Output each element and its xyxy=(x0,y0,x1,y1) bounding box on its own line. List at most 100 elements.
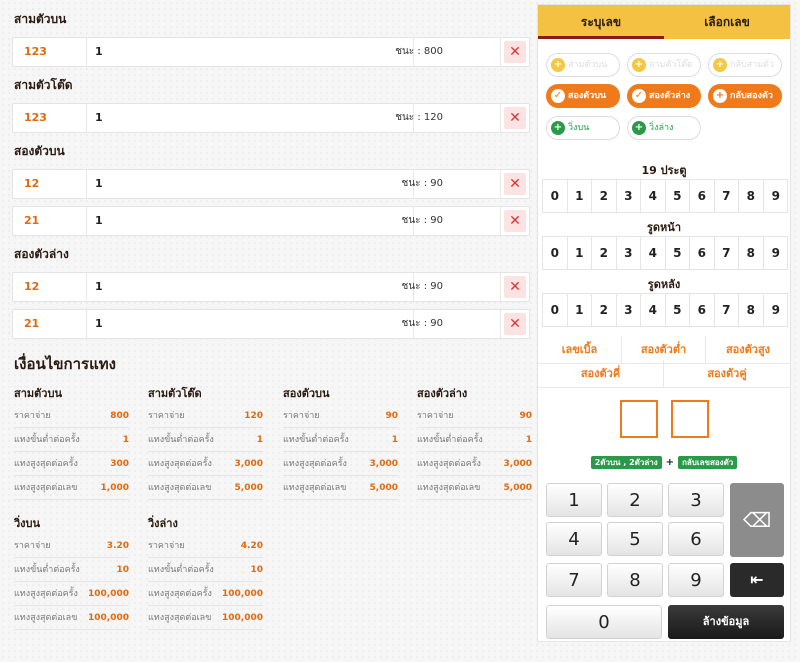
condition-label: ราคาจ่าย xyxy=(14,541,51,551)
key-6[interactable]: 6 xyxy=(668,522,724,556)
digit-button[interactable]: 7 xyxy=(715,180,740,212)
key-9[interactable]: 9 xyxy=(668,563,724,597)
key-7[interactable]: 7 xyxy=(546,563,602,597)
delete-bet-button[interactable]: ✕ xyxy=(504,173,526,195)
bet-amount-input[interactable]: 1 xyxy=(95,38,103,66)
condition-label: ราคาจ่าย xyxy=(148,541,185,551)
condition-label: แทงขั้นต่ำต่อครั้ง xyxy=(14,435,80,445)
close-icon: ✕ xyxy=(509,176,521,192)
condition-value: 1 xyxy=(525,435,532,445)
pill-run-top[interactable]: + วิ่งบน xyxy=(546,116,620,140)
pill-two-bottom[interactable]: ✓ สองตัวล่าง xyxy=(627,84,701,108)
condition-row: ราคาจ่าย 3.20 xyxy=(14,534,129,558)
digit-input-box-2[interactable] xyxy=(671,400,709,438)
condition-value: 4.20 xyxy=(240,541,263,551)
delete-bet-button[interactable]: ✕ xyxy=(504,313,526,335)
key-3[interactable]: 3 xyxy=(668,483,724,517)
digit-input-box-1[interactable] xyxy=(620,400,658,438)
digit-group-title: รูดหน้า xyxy=(647,221,681,234)
pill-label: สามตัวโต๊ด xyxy=(649,60,693,70)
condition-value: 3,000 xyxy=(369,459,398,469)
condition-row: แทงสูงสุดต่อครั้ง 100,000 xyxy=(148,582,263,606)
digit-button[interactable]: 5 xyxy=(666,180,691,212)
undo-button[interactable]: ⇤ xyxy=(730,563,784,597)
digit-button[interactable]: 5 xyxy=(666,237,691,269)
condition-row: แทงสูงสุดต่อครั้ง 3,000 xyxy=(148,452,263,476)
condition-label: แทงสูงสุดต่อครั้ง xyxy=(14,589,78,599)
bet-amount-input[interactable]: 1 xyxy=(95,170,103,198)
digit-button[interactable]: 3 xyxy=(617,237,642,269)
condition-row: แทงสูงสุดต่อครั้ง 3,000 xyxy=(283,452,398,476)
digit-button[interactable]: 0 xyxy=(543,237,568,269)
digit-button[interactable]: 7 xyxy=(715,237,740,269)
digit-button[interactable]: 2 xyxy=(592,180,617,212)
condition-block: สองตัวบน ราคาจ่าย 90 แทงขั้นต่ำต่อครั้ง 1 แทง… xyxy=(283,384,398,500)
pill-reverse-two[interactable]: + กลับสองตัว xyxy=(708,84,782,108)
digit-button[interactable]: 7 xyxy=(715,294,740,326)
condition-value: 300 xyxy=(110,459,129,469)
key-2[interactable]: 2 xyxy=(607,483,663,517)
digit-button[interactable]: 4 xyxy=(641,237,666,269)
digit-button[interactable]: 8 xyxy=(739,294,764,326)
win-amount: ชนะ : 90 xyxy=(401,178,443,189)
delete-bet-button[interactable]: ✕ xyxy=(504,276,526,298)
tab-choose-number[interactable]: เลือกเลข xyxy=(664,5,790,39)
digit-button[interactable]: 9 xyxy=(764,180,789,212)
digit-button[interactable]: 2 xyxy=(592,237,617,269)
digit-button[interactable]: 4 xyxy=(641,294,666,326)
digit-button[interactable]: 1 xyxy=(568,294,593,326)
digit-button[interactable]: 9 xyxy=(764,237,789,269)
row-divider xyxy=(500,38,501,66)
digit-button[interactable]: 6 xyxy=(690,294,715,326)
digit-button[interactable]: 0 xyxy=(543,294,568,326)
back-arrow-icon: ⇤ xyxy=(750,570,764,589)
backspace-button[interactable]: ⌫ xyxy=(730,483,784,557)
bet-amount-input[interactable]: 1 xyxy=(95,207,103,235)
pill-run-bottom[interactable]: + วิ่งล่าง xyxy=(627,116,701,140)
digit-button[interactable]: 3 xyxy=(617,294,642,326)
condition-value: 100,000 xyxy=(88,613,129,623)
pill-three-top: + สามตัวบน xyxy=(546,53,620,77)
digit-button[interactable]: 8 xyxy=(739,180,764,212)
key-8[interactable]: 8 xyxy=(607,563,663,597)
digit-button[interactable]: 1 xyxy=(568,180,593,212)
option-two-digit-even[interactable]: สองตัวคู่ xyxy=(664,360,790,388)
condition-value: 10 xyxy=(116,565,129,575)
bet-amount-input[interactable]: 1 xyxy=(95,310,103,338)
digit-button[interactable]: 5 xyxy=(666,294,691,326)
delete-bet-button[interactable]: ✕ xyxy=(504,107,526,129)
digit-button[interactable]: 3 xyxy=(617,180,642,212)
condition-label: แทงสูงสุดต่อครั้ง xyxy=(417,459,481,469)
key-0[interactable]: 0 xyxy=(546,605,662,639)
digit-button[interactable]: 6 xyxy=(690,237,715,269)
close-icon: ✕ xyxy=(509,110,521,126)
delete-bet-button[interactable]: ✕ xyxy=(504,41,526,63)
digit-row: 0123456789 xyxy=(542,179,788,213)
bet-amount-input[interactable]: 1 xyxy=(95,273,103,301)
digit-button[interactable]: 2 xyxy=(592,294,617,326)
win-amount: ชนะ : 90 xyxy=(401,318,443,329)
condition-label: แทงขั้นต่ำต่อครั้ง xyxy=(283,435,349,445)
condition-value: 5,000 xyxy=(234,483,263,493)
digit-button[interactable]: 6 xyxy=(690,180,715,212)
clear-button[interactable]: ล้างข้อมูล xyxy=(668,605,784,639)
digit-button[interactable]: 0 xyxy=(543,180,568,212)
option-two-digit-odd[interactable]: สองตัวคี่ xyxy=(538,360,664,388)
tab-specify-number[interactable]: ระบุเลข xyxy=(538,5,664,39)
tab-bar: ระบุเลข เลือกเลข xyxy=(538,5,790,39)
bet-number: 12 xyxy=(13,170,87,198)
digit-button[interactable]: 8 xyxy=(739,237,764,269)
condition-value: 5,000 xyxy=(369,483,398,493)
bet-amount-input[interactable]: 1 xyxy=(95,104,103,132)
key-1[interactable]: 1 xyxy=(546,483,602,517)
delete-bet-button[interactable]: ✕ xyxy=(504,210,526,232)
digit-button[interactable]: 9 xyxy=(764,294,789,326)
key-5[interactable]: 5 xyxy=(607,522,663,556)
digit-button[interactable]: 1 xyxy=(568,237,593,269)
selection-legend: 2ตัวบน , 2ตัวล่าง + กลับเลขสองตัว xyxy=(538,456,790,470)
condition-block: วิ่งล่าง ราคาจ่าย 4.20 แทงขั้นต่ำต่อครั้ง 10… xyxy=(148,514,263,630)
pill-label: วิ่งบน xyxy=(568,123,590,133)
pill-two-top[interactable]: ✓ สองตัวบน xyxy=(546,84,620,108)
key-4[interactable]: 4 xyxy=(546,522,602,556)
digit-button[interactable]: 4 xyxy=(641,180,666,212)
